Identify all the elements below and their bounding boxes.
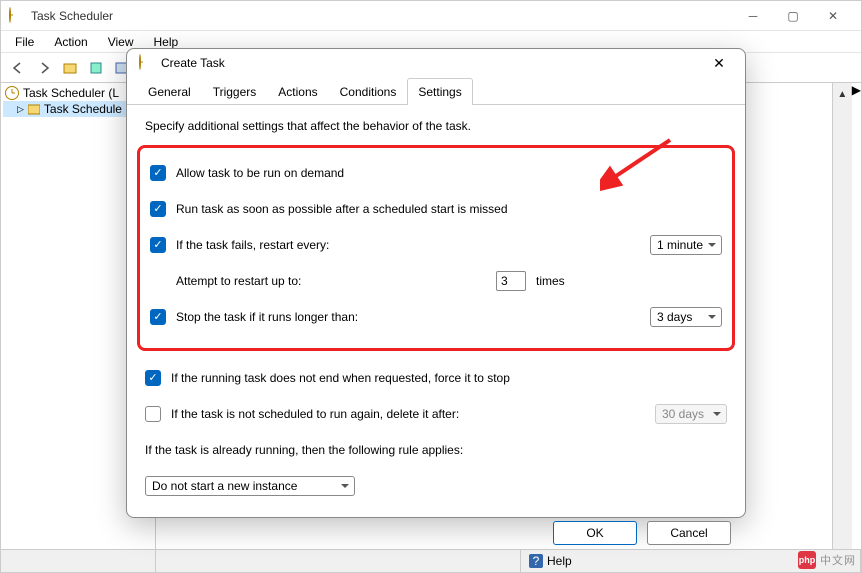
option-stop-long: Stop the task if it runs longer than: 3 …	[150, 302, 722, 332]
tab-content: Specify additional settings that affect …	[127, 105, 745, 521]
option-restart-count: Attempt to restart up to: times	[150, 266, 722, 296]
ok-button[interactable]: OK	[553, 521, 637, 545]
tree-library-label: Task Schedule	[44, 102, 122, 116]
create-task-dialog: Create Task ✕ General Triggers Actions C…	[126, 48, 746, 518]
tab-actions[interactable]: Actions	[267, 78, 328, 105]
expand-arrow-icon[interactable]: ▶	[852, 83, 861, 572]
actions-panel-collapsed: ▲ ▲	[832, 83, 852, 572]
watermark-logo: php	[798, 551, 816, 569]
label-rule: If the task is already running, then the…	[145, 443, 463, 457]
title-bar: Task Scheduler ─ ▢ ✕	[1, 1, 861, 31]
app-icon	[9, 8, 25, 24]
tab-triggers[interactable]: Triggers	[202, 78, 268, 105]
status-cell-1	[1, 550, 156, 572]
status-bar: ? Help	[1, 549, 861, 572]
dialog-title-bar: Create Task ✕	[127, 49, 745, 77]
checkbox-restart-fail[interactable]	[150, 237, 166, 253]
rule-select-row: Do not start a new instance	[145, 471, 727, 501]
label-stop-long: Stop the task if it runs longer than:	[176, 310, 640, 324]
folder-button[interactable]	[59, 57, 81, 79]
status-cell-2	[156, 550, 521, 572]
properties-button[interactable]	[85, 57, 107, 79]
status-help-label: Help	[547, 554, 572, 568]
option-allow-on-demand: Allow task to be run on demand	[150, 158, 722, 188]
dialog-icon	[139, 55, 155, 71]
rule-text-row: If the task is already running, then the…	[145, 435, 727, 465]
label-restart-fail: If the task fails, restart every:	[176, 238, 640, 252]
select-stop-duration[interactable]: 3 days	[650, 307, 722, 327]
back-button[interactable]	[7, 57, 29, 79]
highlight-annotation: Allow task to be run on demand Run task …	[137, 145, 735, 351]
label-restart-count: Attempt to restart up to:	[176, 274, 486, 288]
tree-root-label: Task Scheduler (L	[23, 86, 119, 100]
maximize-button[interactable]: ▢	[773, 2, 813, 30]
expand-icon[interactable]: ▷	[17, 104, 24, 115]
checkbox-allow-on-demand[interactable]	[150, 165, 166, 181]
settings-subtitle: Specify additional settings that affect …	[145, 119, 727, 133]
input-restart-count[interactable]	[496, 271, 526, 291]
select-rule[interactable]: Do not start a new instance	[145, 476, 355, 496]
dialog-title: Create Task	[161, 56, 705, 70]
select-delete-duration: 30 days	[655, 404, 727, 424]
window-controls: ─ ▢ ✕	[733, 2, 853, 30]
label-restart-suffix: times	[536, 274, 565, 288]
dialog-footer: OK Cancel	[127, 521, 745, 545]
select-restart-interval[interactable]: 1 minute	[650, 235, 722, 255]
menu-file[interactable]: File	[5, 33, 44, 51]
option-run-asap: Run task as soon as possible after a sch…	[150, 194, 722, 224]
window-title: Task Scheduler	[31, 9, 733, 23]
label-delete-after: If the task is not scheduled to run agai…	[171, 407, 645, 421]
checkbox-run-asap[interactable]	[150, 201, 166, 217]
option-restart-fail: If the task fails, restart every: 1 minu…	[150, 230, 722, 260]
svg-text:?: ?	[533, 554, 540, 568]
help-icon: ?	[529, 554, 543, 568]
forward-button[interactable]	[33, 57, 55, 79]
option-force-stop: If the running task does not end when re…	[145, 363, 727, 393]
scroll-up-icon[interactable]: ▲	[837, 89, 847, 100]
dialog-tabs: General Triggers Actions Conditions Sett…	[127, 77, 745, 105]
label-allow-on-demand: Allow task to be run on demand	[176, 166, 722, 180]
label-force-stop: If the running task does not end when re…	[171, 371, 727, 385]
watermark-text: 中文网	[820, 552, 856, 568]
minimize-button[interactable]: ─	[733, 2, 773, 30]
watermark: php 中文网	[798, 551, 856, 569]
close-button[interactable]: ✕	[813, 2, 853, 30]
option-delete-after: If the task is not scheduled to run agai…	[145, 399, 727, 429]
tab-settings[interactable]: Settings	[407, 78, 472, 105]
cancel-button[interactable]: Cancel	[647, 521, 731, 545]
checkbox-delete-after[interactable]	[145, 406, 161, 422]
checkbox-force-stop[interactable]	[145, 370, 161, 386]
clock-icon	[5, 86, 19, 100]
menu-action[interactable]: Action	[44, 33, 97, 51]
folder-icon	[28, 103, 40, 115]
checkbox-stop-long[interactable]	[150, 309, 166, 325]
tab-conditions[interactable]: Conditions	[329, 78, 408, 105]
label-run-asap: Run task as soon as possible after a sch…	[176, 202, 722, 216]
tab-general[interactable]: General	[137, 78, 202, 105]
dialog-close-button[interactable]: ✕	[705, 49, 733, 77]
